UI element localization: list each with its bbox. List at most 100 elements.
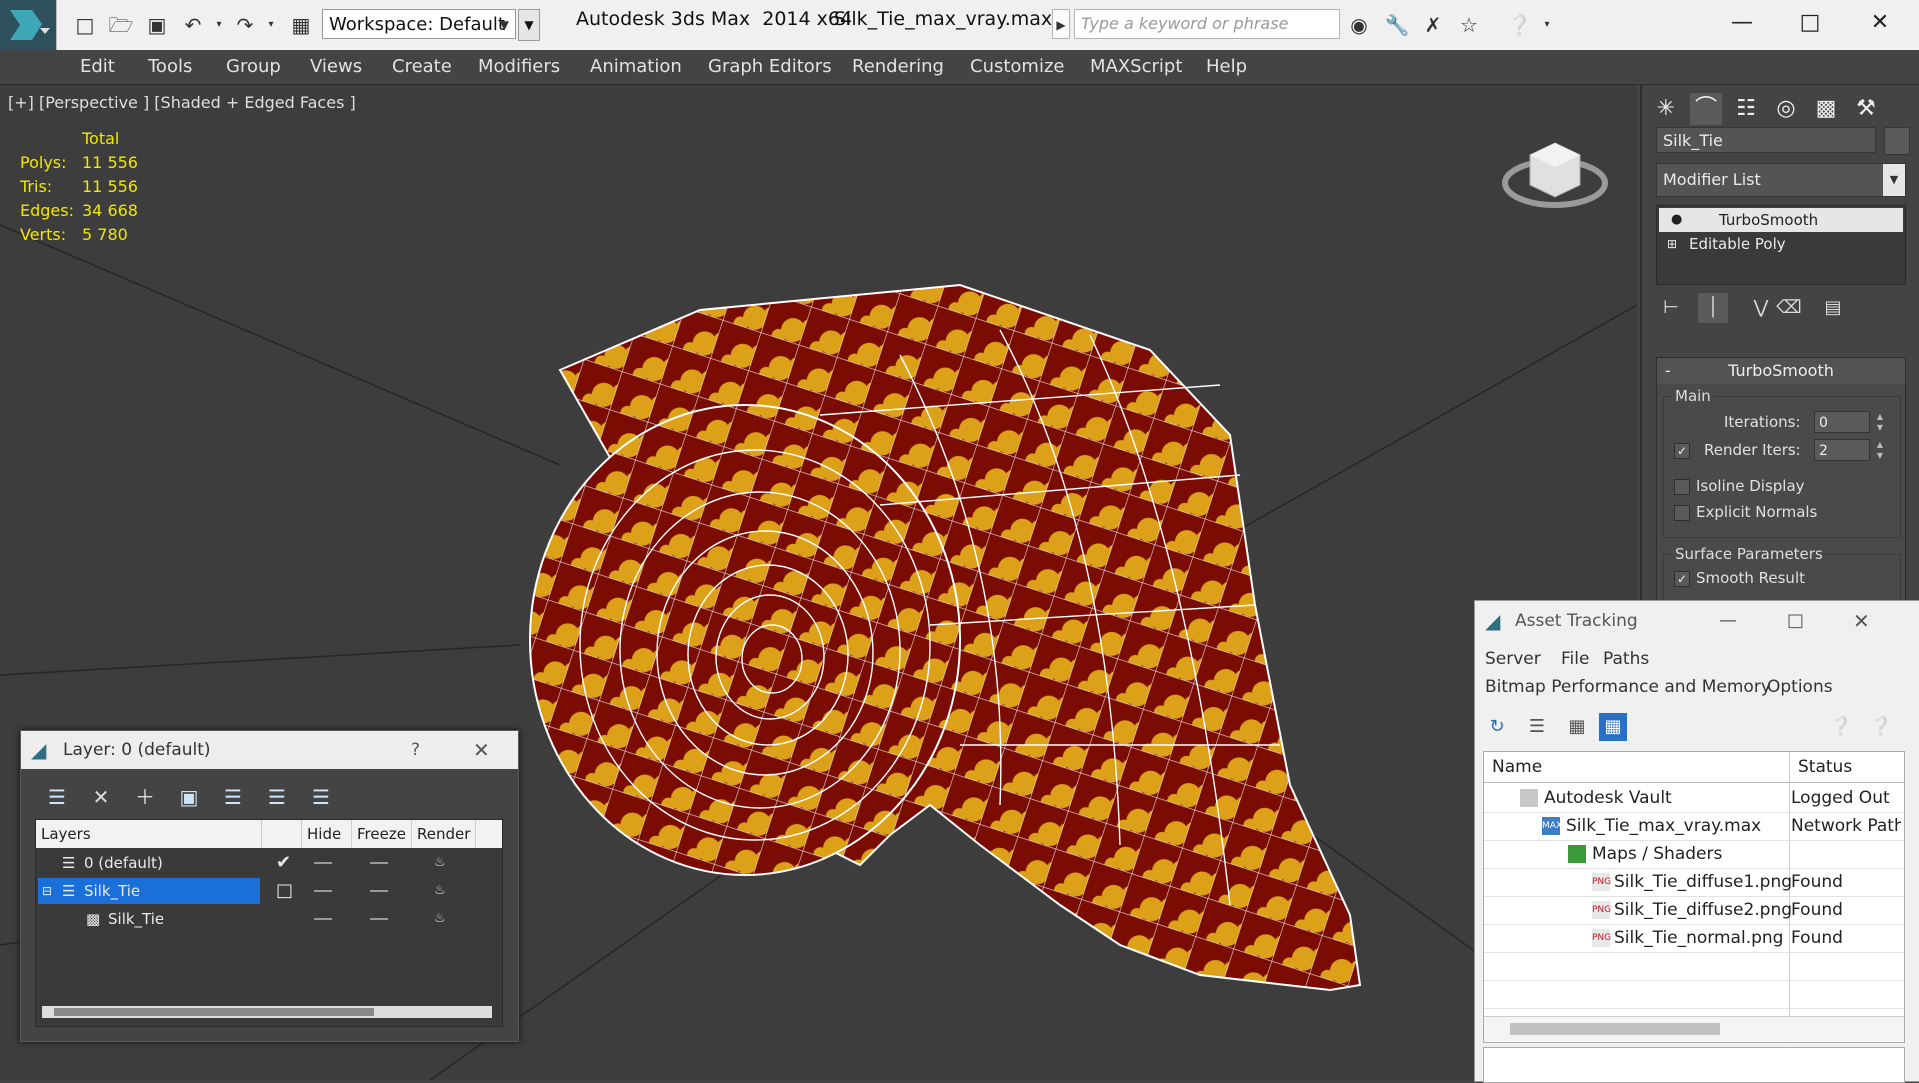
render-teapot-icon[interactable]: ♨: [434, 878, 446, 904]
dialog-title-bar[interactable]: ◢ Layer: 0 (default) ? ✕: [21, 731, 518, 769]
display-tab-icon[interactable]: ▩: [1810, 93, 1842, 125]
menu-maxscript[interactable]: MAXScript: [1090, 50, 1182, 84]
freeze-toggle[interactable]: [370, 890, 388, 892]
modify-tab-icon[interactable]: ⌒: [1690, 93, 1722, 125]
add-to-layer-icon[interactable]: ＋: [131, 783, 159, 811]
configure-sets-icon[interactable]: ▤: [1818, 293, 1848, 323]
spinner-arrows-icon[interactable]: ▲ ▼: [1874, 411, 1886, 433]
select-layer-icon[interactable]: ☰: [219, 783, 247, 811]
maximize-button[interactable]: □: [1787, 601, 1804, 641]
star-icon[interactable]: ☆: [1456, 12, 1482, 38]
close-icon[interactable]: ✕: [1853, 601, 1870, 641]
menu-bitmap-performance[interactable]: Bitmap Performance and Memory: [1485, 677, 1771, 697]
close-icon[interactable]: ✕: [473, 731, 490, 769]
viewcube-icon[interactable]: [1500, 125, 1610, 215]
binoculars-icon[interactable]: ◉: [1346, 12, 1372, 38]
layer-row-silk-tie[interactable]: ⊟ ☰ Silk_Tie □ ♨: [36, 878, 502, 904]
select-objects-icon[interactable]: ▣: [175, 783, 203, 811]
stack-item-turbosmooth[interactable]: ● TurboSmooth: [1659, 208, 1903, 232]
undo-icon[interactable]: ↶: [180, 12, 206, 38]
menu-tools[interactable]: Tools: [148, 50, 192, 84]
column-hide[interactable]: Hide: [302, 820, 352, 848]
asset-row-vault[interactable]: Autodesk Vault Logged Out: [1484, 784, 1904, 813]
spinner-arrows-icon[interactable]: ▲ ▼: [1874, 439, 1886, 461]
list-view-icon[interactable]: ☰: [1523, 713, 1551, 741]
asset-row-normal[interactable]: PNG Silk_Tie_normal.png Found: [1484, 924, 1904, 953]
help-disabled-icon[interactable]: ❔: [1867, 713, 1895, 741]
isoline-display-checkbox[interactable]: [1674, 479, 1690, 495]
minimize-button[interactable]: —: [1719, 601, 1737, 641]
refresh-icon[interactable]: ↻: [1483, 713, 1511, 741]
help-dropdown-icon[interactable]: ▾: [1534, 12, 1560, 38]
column-name[interactable]: Name: [1484, 752, 1790, 782]
open-icon[interactable]: 🗁: [108, 12, 134, 38]
rollout-header[interactable]: - TurboSmooth: [1657, 358, 1905, 384]
menu-customize[interactable]: Customize: [970, 50, 1064, 84]
explicit-normals-checkbox[interactable]: [1674, 505, 1690, 521]
column-status[interactable]: Status: [1790, 752, 1904, 782]
asset-row-diffuse1[interactable]: PNG Silk_Tie_diffuse1.png Found: [1484, 868, 1904, 897]
menu-server[interactable]: Server: [1485, 649, 1541, 669]
create-tab-icon[interactable]: ✳: [1650, 93, 1682, 125]
help-button[interactable]: ?: [411, 731, 420, 769]
expand-icon[interactable]: ⊞: [1667, 232, 1677, 256]
freeze-toggle[interactable]: [370, 918, 388, 920]
hide-toggle[interactable]: [314, 862, 332, 864]
set-current-layer-icon[interactable]: ☰: [263, 783, 291, 811]
close-button[interactable]: ✕: [1860, 5, 1900, 41]
object-name-field[interactable]: Silk_Tie: [1656, 127, 1876, 153]
asset-row-maps[interactable]: Maps / Shaders: [1484, 840, 1904, 869]
menu-file[interactable]: File: [1561, 649, 1589, 669]
delete-layer-icon[interactable]: ✕: [87, 783, 115, 811]
search-input[interactable]: Type a keyword or phrase: [1074, 9, 1340, 39]
iterations-spinner[interactable]: 0: [1814, 411, 1870, 433]
tree-view-icon[interactable]: ▦: [1563, 713, 1591, 741]
object-color-swatch[interactable]: [1884, 127, 1910, 155]
smooth-result-checkbox[interactable]: ✓: [1674, 571, 1690, 587]
wrench-icon[interactable]: 🔧: [1384, 12, 1410, 38]
menu-paths[interactable]: Paths: [1603, 649, 1649, 669]
menu-edit[interactable]: Edit: [80, 50, 115, 84]
current-layer-check-icon[interactable]: ✔: [276, 850, 291, 876]
current-layer-box-icon[interactable]: □: [276, 878, 293, 904]
asset-row-diffuse2[interactable]: PNG Silk_Tie_diffuse2.png Found: [1484, 896, 1904, 925]
tools-icon[interactable]: ✗: [1420, 12, 1446, 38]
show-end-result-icon[interactable]: │: [1698, 293, 1728, 323]
new-layer-icon[interactable]: ☰: [43, 783, 71, 811]
menu-help[interactable]: Help: [1206, 50, 1247, 84]
help-icon[interactable]: ❔: [1827, 713, 1855, 741]
scrollbar-thumb[interactable]: [54, 1008, 374, 1016]
menu-options[interactable]: Options: [1767, 677, 1833, 697]
remove-modifier-icon[interactable]: ⌫: [1774, 293, 1804, 323]
silk-tie-model[interactable]: [529, 283, 1362, 992]
motion-tab-icon[interactable]: ◎: [1770, 93, 1802, 125]
menu-group[interactable]: Group: [226, 50, 281, 84]
viewport-label[interactable]: [+] [Perspective ] [Shaded + Edged Faces…: [8, 93, 356, 112]
maximize-button[interactable]: □: [1790, 5, 1830, 41]
dialog-title-bar[interactable]: ◢ Asset Tracking — □ ✕: [1475, 601, 1919, 641]
new-icon[interactable]: □: [72, 12, 98, 38]
render-teapot-icon[interactable]: ♨: [434, 906, 446, 932]
menu-animation[interactable]: Animation: [590, 50, 682, 84]
scrollbar-thumb[interactable]: [1510, 1023, 1720, 1035]
column-layers[interactable]: Layers: [36, 820, 262, 848]
stack-item-editable-poly[interactable]: ⊞ Editable Poly: [1659, 232, 1903, 256]
hide-toggle[interactable]: [314, 890, 332, 892]
menu-rendering[interactable]: Rendering: [852, 50, 944, 84]
hierarchy-tab-icon[interactable]: ☷: [1730, 93, 1762, 125]
pin-stack-icon[interactable]: ⊢: [1656, 293, 1686, 323]
make-unique-icon[interactable]: ⋁: [1746, 293, 1776, 323]
redo-dropdown-icon[interactable]: ▾: [258, 12, 284, 38]
workspace-menu-button[interactable]: ▼: [518, 9, 540, 41]
horizontal-scrollbar[interactable]: [1484, 1016, 1904, 1041]
modifier-list-dropdown[interactable]: Modifier List ▼: [1656, 163, 1906, 197]
app-menu-button[interactable]: [0, 0, 57, 50]
menu-graph-editors[interactable]: Graph Editors: [708, 50, 832, 84]
save-icon[interactable]: ▣: [144, 12, 170, 38]
utilities-tab-icon[interactable]: ⚒: [1850, 93, 1882, 125]
render-iters-checkbox[interactable]: ✓: [1674, 443, 1690, 459]
layer-row-default[interactable]: ☰ 0 (default) ✔ ♨: [36, 850, 502, 876]
asset-row-max-file[interactable]: MAX Silk_Tie_max_vray.max Network Path: [1484, 812, 1904, 841]
minimize-button[interactable]: —: [1722, 5, 1762, 41]
column-freeze[interactable]: Freeze: [352, 820, 412, 848]
